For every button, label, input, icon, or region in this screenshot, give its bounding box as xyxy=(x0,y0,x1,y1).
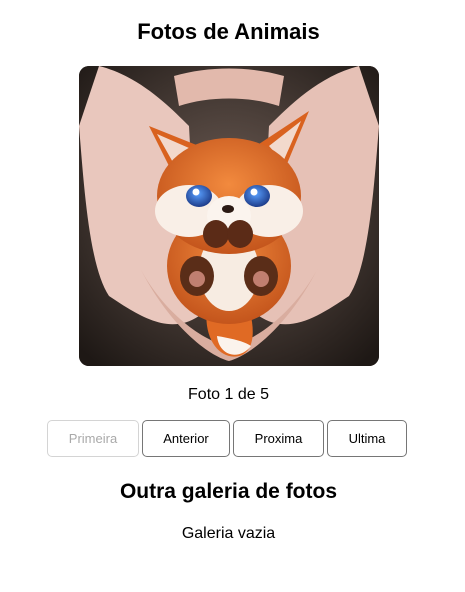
second-gallery-title: Outra galeria de fotos xyxy=(119,480,338,503)
photo-counter: Foto 1 de 5 xyxy=(188,386,269,403)
first-button[interactable]: Primeira xyxy=(47,420,139,457)
last-button[interactable]: Ultima xyxy=(327,420,407,457)
gallery-photo xyxy=(79,66,379,366)
empty-gallery-message: Galeria vazia xyxy=(181,525,276,542)
page-title: Fotos de Animais xyxy=(137,19,320,44)
next-button[interactable]: Proxima xyxy=(233,420,324,457)
previous-button[interactable]: Anterior xyxy=(142,420,230,457)
